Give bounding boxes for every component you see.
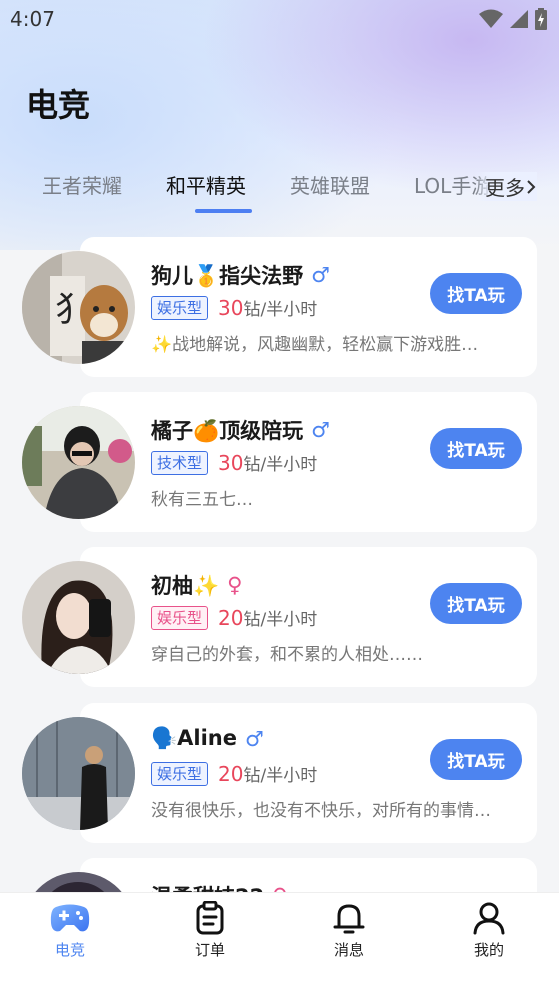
player-description: ✨战地解说，风趣幽默，轻松赢下游戏胜… bbox=[151, 335, 479, 355]
player-name: 初柚✨ bbox=[151, 574, 220, 598]
nav-label: 电竞 bbox=[54, 941, 85, 959]
active-tab-indicator bbox=[195, 209, 252, 213]
status-icons bbox=[479, 8, 547, 30]
battery-icon bbox=[535, 8, 547, 30]
price-row: 娱乐型 20 钻/半小时 bbox=[151, 605, 317, 630]
chevron-right-icon bbox=[527, 179, 536, 194]
price: 20 bbox=[218, 761, 244, 786]
price-row: 技术型 30 钻/半小时 bbox=[151, 450, 317, 475]
female-icon: ♀ bbox=[272, 884, 287, 892]
nav-orders[interactable]: 订单 bbox=[170, 901, 250, 960]
nav-label: 订单 bbox=[194, 941, 225, 959]
nav-esports[interactable]: 电竞 bbox=[30, 901, 110, 960]
find-player-button[interactable]: 找TA玩 bbox=[430, 739, 522, 780]
player-name-row: 初柚✨ ♀ bbox=[151, 570, 243, 600]
price-unit: 钻/半小时 bbox=[243, 610, 318, 630]
player-name: 温柔甜妹22 bbox=[151, 881, 264, 892]
price: 20 bbox=[218, 605, 244, 630]
style-tag: 娱乐型 bbox=[151, 295, 209, 320]
tab-heping[interactable]: 和平精英 bbox=[166, 170, 246, 199]
player-name-row: 狗儿🥇指尖法野 ♂ bbox=[151, 260, 330, 290]
style-tag: 娱乐型 bbox=[151, 761, 209, 786]
signal-icon bbox=[510, 10, 528, 28]
price-unit: 钻/半小时 bbox=[243, 455, 318, 475]
avatar[interactable] bbox=[22, 406, 135, 519]
male-icon: ♂ bbox=[311, 418, 330, 442]
game-tabs: 王者荣耀 和平精英 英雄联盟 LOL手游 更多 bbox=[0, 164, 559, 218]
avatar[interactable] bbox=[22, 561, 135, 674]
player-list: 犭 狗儿🥇指尖法野 ♂ 娱乐型 30 钻/半小时 ✨战地解说，风趣幽默，轻松赢下… bbox=[0, 237, 559, 892]
find-player-button[interactable]: 找TA玩 bbox=[430, 583, 522, 624]
nav-label: 我的 bbox=[473, 941, 504, 959]
style-tag: 技术型 bbox=[151, 450, 209, 475]
user-icon bbox=[473, 902, 505, 935]
player-name-row: 温柔甜妹22 ♀ bbox=[151, 881, 288, 892]
male-icon: ♂ bbox=[311, 263, 330, 287]
status-time: 4:07 bbox=[10, 7, 55, 31]
find-player-button[interactable]: 找TA玩 bbox=[430, 428, 522, 469]
price-row: 娱乐型 30 钻/半小时 bbox=[151, 295, 317, 320]
nav-messages[interactable]: 消息 bbox=[309, 901, 389, 960]
player-name-row: 橘子🍊顶级陪玩 ♂ bbox=[151, 415, 330, 445]
player-name-row: 🗣️Aline ♂ bbox=[151, 726, 264, 751]
nav-label: 消息 bbox=[333, 941, 364, 959]
more-tabs-button[interactable]: 更多 bbox=[475, 172, 537, 201]
status-bar: 4:07 bbox=[0, 0, 559, 38]
male-icon: ♂ bbox=[245, 726, 264, 751]
tab-wangzhe[interactable]: 王者荣耀 bbox=[42, 170, 122, 199]
player-name: 狗儿🥇指尖法野 bbox=[151, 264, 304, 288]
price: 30 bbox=[218, 295, 244, 320]
tab-yingxiong[interactable]: 英雄联盟 bbox=[290, 170, 370, 199]
player-description: 秋有三五七… bbox=[151, 490, 253, 510]
player-name: 🗣️Aline bbox=[151, 726, 237, 750]
price-row: 娱乐型 20 钻/半小时 bbox=[151, 761, 317, 786]
price-unit: 钻/半小时 bbox=[243, 300, 318, 320]
style-tag: 娱乐型 bbox=[151, 605, 209, 630]
nav-profile[interactable]: 我的 bbox=[449, 901, 529, 960]
female-icon: ♀ bbox=[227, 573, 243, 597]
card-background bbox=[80, 858, 537, 892]
bell-icon bbox=[333, 904, 365, 934]
gamepad-icon bbox=[50, 904, 90, 932]
bottom-navigation: 电竞 订单 消息 我的 bbox=[0, 892, 559, 996]
player-description: 没有很快乐，也没有不快乐，对所有的事情… bbox=[151, 801, 491, 821]
price: 30 bbox=[218, 450, 244, 475]
avatar[interactable] bbox=[22, 717, 135, 830]
player-description: 穿自己的外套，和不累的人相处…… bbox=[151, 645, 423, 665]
price-unit: 钻/半小时 bbox=[243, 766, 318, 786]
wifi-icon bbox=[479, 9, 503, 28]
find-player-button[interactable]: 找TA玩 bbox=[430, 273, 522, 314]
player-name: 橘子🍊顶级陪玩 bbox=[151, 419, 304, 443]
more-label: 更多 bbox=[485, 176, 525, 200]
clipboard-icon bbox=[196, 901, 224, 935]
page-title: 电竞 bbox=[26, 86, 91, 124]
avatar[interactable]: 犭 bbox=[22, 251, 135, 364]
